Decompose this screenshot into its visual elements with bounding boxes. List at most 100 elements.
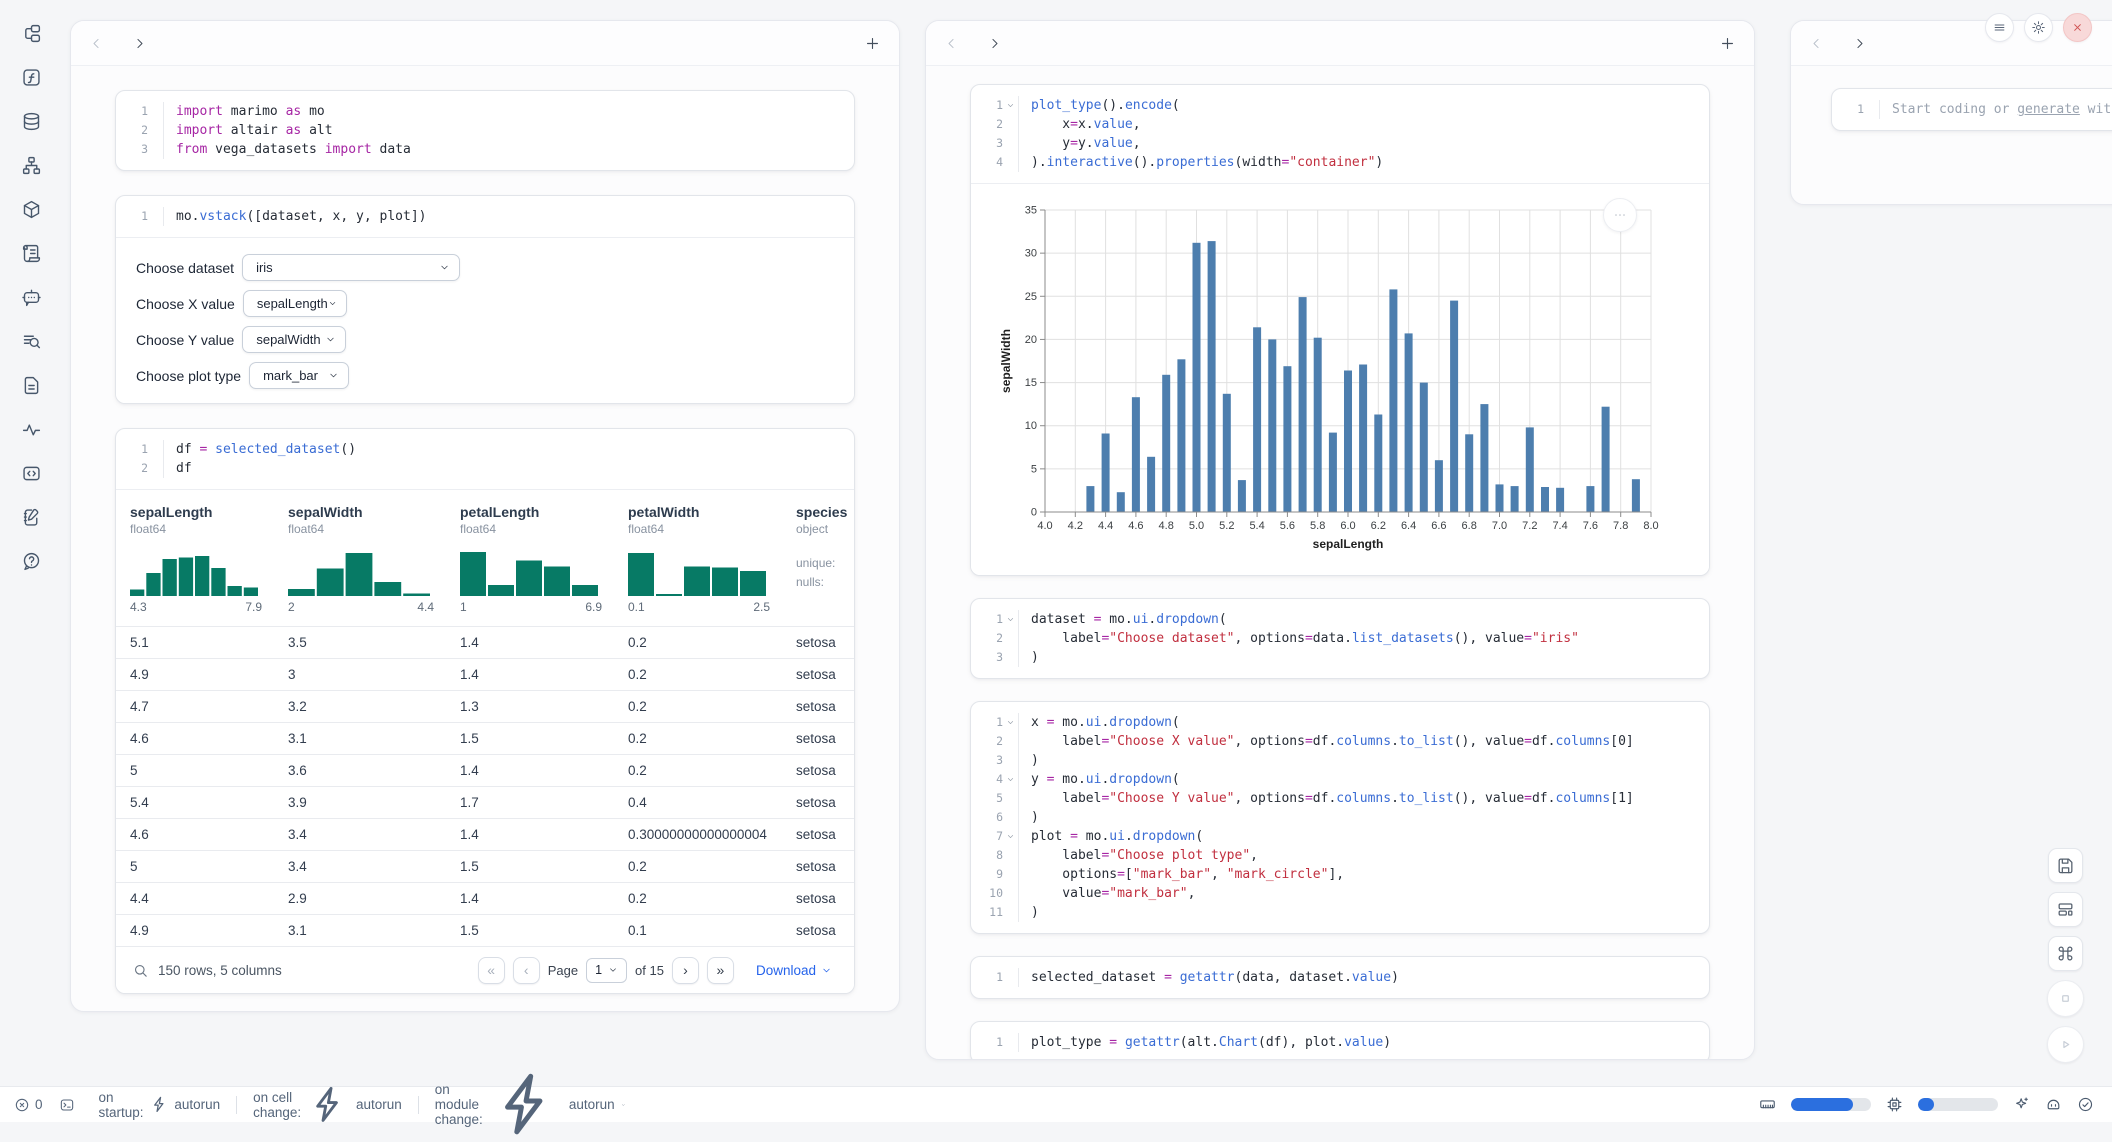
code-editor[interactable]: 1plot_type().encode(2 x=x.value,3 y=y.va…: [971, 85, 1709, 183]
code-editor[interactable]: 1 Start coding or generate with: [1832, 89, 2112, 130]
add-cell-button[interactable]: [864, 35, 881, 52]
next-page-button[interactable]: ›: [672, 957, 699, 984]
sidebar-item-package-cube[interactable]: [16, 194, 46, 224]
fold-toggle[interactable]: [1003, 827, 1018, 846]
fold-toggle[interactable]: [1003, 770, 1018, 789]
command-button[interactable]: [2048, 936, 2083, 971]
dataset-select[interactable]: iris: [242, 254, 460, 281]
add-cell-button[interactable]: [1719, 35, 1736, 52]
last-page-button[interactable]: »: [707, 957, 734, 984]
table-row[interactable]: 4.63.11.50.2setosa: [116, 722, 854, 754]
layout-icon: [2056, 900, 2075, 919]
bolt-icon: [307, 1083, 350, 1126]
on-cell-change-setting[interactable]: on cell change: autorun: [237, 1083, 418, 1126]
sidebar-item-script-scroll[interactable]: [16, 238, 46, 268]
table-row[interactable]: 4.93.11.50.1setosa: [116, 914, 854, 946]
chart-menu-button[interactable]: [1603, 198, 1637, 232]
column-back-button[interactable]: [1809, 36, 1824, 51]
on-startup-setting[interactable]: on startup: autorun: [83, 1090, 237, 1120]
prev-page-button[interactable]: ‹: [513, 957, 540, 984]
column-back-button[interactable]: [89, 36, 104, 51]
fold-toggle[interactable]: [1003, 713, 1018, 732]
robot-button[interactable]: [2045, 1096, 2062, 1113]
column-header-petalWidth[interactable]: petalWidthfloat640.12.5: [614, 504, 782, 614]
table-cell: 2.9: [274, 891, 446, 906]
table-footer: 150 rows, 5 columns«‹Page1of 15›»Downloa…: [116, 946, 854, 993]
bolt-icon: [489, 1067, 563, 1141]
sidebar-item-document[interactable]: [16, 370, 46, 400]
fold-toggle[interactable]: [1003, 610, 1018, 629]
page-value: 1: [595, 963, 602, 977]
table-cell: 3: [274, 667, 446, 682]
column-header-species[interactable]: speciesobjectunique:nulls:: [782, 504, 855, 614]
line-number: 1: [120, 207, 148, 226]
close-button[interactable]: [2063, 13, 2092, 42]
altair-bar-chart[interactable]: 4.04.24.44.64.85.05.25.45.65.86.06.26.46…: [997, 198, 1697, 562]
column-header-petalLength[interactable]: petalLengthfloat6416.9: [446, 504, 614, 614]
code-editor[interactable]: 1dataset = mo.ui.dropdown(2 label="Choos…: [971, 599, 1709, 678]
table-row[interactable]: 4.931.40.2setosa: [116, 658, 854, 690]
layout-button[interactable]: [2048, 892, 2083, 927]
document-icon: [21, 375, 42, 396]
menu-button[interactable]: [1985, 13, 2014, 42]
chevron-down-icon: [325, 334, 336, 345]
page-select[interactable]: 1: [586, 958, 627, 983]
column-back-button[interactable]: [944, 36, 959, 51]
column-forward-button[interactable]: [132, 36, 147, 51]
table-row[interactable]: 53.41.50.2setosa: [116, 850, 854, 882]
table-row[interactable]: 4.42.91.40.2setosa: [116, 882, 854, 914]
table-row[interactable]: 53.61.40.2setosa: [116, 754, 854, 786]
save-button[interactable]: [2048, 848, 2083, 883]
column-type: object: [796, 522, 855, 536]
sidebar-item-dependency-graph[interactable]: [16, 150, 46, 180]
errors-indicator[interactable]: 0: [14, 1097, 43, 1113]
sidebar-item-help-chat[interactable]: [16, 546, 46, 576]
settings-button[interactable]: [2024, 13, 2053, 42]
sidebar-item-function-square[interactable]: [16, 62, 46, 92]
notebook-action-stack: [2047, 848, 2084, 1063]
play-button[interactable]: [2047, 1026, 2084, 1063]
on-module-change-setting[interactable]: on module change: autorun: [419, 1067, 642, 1141]
code-editor[interactable]: 1mo.vstack([dataset, x, y, plot]): [116, 196, 854, 237]
column-header-sepalLength[interactable]: sepalLengthfloat644.37.9: [116, 504, 274, 614]
generate-link[interactable]: generate: [2017, 102, 2080, 117]
control-label: Choose dataset: [136, 260, 234, 276]
x-value-select[interactable]: sepalLength: [243, 290, 347, 317]
sparkle-button[interactable]: [2013, 1096, 2030, 1113]
first-page-button[interactable]: «: [478, 957, 505, 984]
sidebar-item-activity-pulse[interactable]: [16, 414, 46, 444]
code-editor[interactable]: 1df = selected_dataset()2df: [116, 429, 854, 489]
table-row[interactable]: 5.13.51.40.2setosa: [116, 626, 854, 658]
code-editor[interactable]: 1import marimo as mo2import altair as al…: [116, 91, 854, 170]
sidebar-item-database[interactable]: [16, 106, 46, 136]
line-number: 2: [975, 115, 1003, 134]
sidebar-item-chat-bot[interactable]: [16, 282, 46, 312]
terminal-button[interactable]: [59, 1097, 75, 1113]
code-editor[interactable]: 1selected_dataset = getattr(data, datase…: [971, 957, 1709, 998]
check-circle-button[interactable]: [2077, 1096, 2094, 1113]
table-row[interactable]: 4.73.21.30.2setosa: [116, 690, 854, 722]
line-number: 4: [975, 153, 1003, 172]
setting-value: autorun: [174, 1097, 220, 1112]
download-button[interactable]: Download: [750, 962, 838, 979]
column-header-sepalWidth[interactable]: sepalWidthfloat6424.4: [274, 504, 446, 614]
code-editor[interactable]: 1plot_type = getattr(alt.Chart(df), plot…: [971, 1022, 1709, 1060]
table-cell: 0.2: [614, 891, 782, 906]
table-row[interactable]: 4.63.41.40.30000000000000004setosa: [116, 818, 854, 850]
chat-bot-icon: [21, 287, 42, 308]
sidebar-item-log-search[interactable]: [16, 326, 46, 356]
column-forward-button[interactable]: [1852, 36, 1867, 51]
table-search-button[interactable]: [132, 962, 149, 979]
y-value-select[interactable]: sepalWidth: [242, 326, 346, 353]
sidebar-item-code-snippet[interactable]: [16, 458, 46, 488]
table-row[interactable]: 5.43.91.70.4setosa: [116, 786, 854, 818]
column-forward-button[interactable]: [987, 36, 1002, 51]
plot-type-select[interactable]: mark_bar: [249, 362, 349, 389]
sidebar-item-scratchpad[interactable]: [16, 502, 46, 532]
code-editor[interactable]: 1x = mo.ui.dropdown(2 label="Choose X va…: [971, 702, 1709, 933]
sidebar-item-file-tree[interactable]: [16, 18, 46, 48]
stop-button[interactable]: [2047, 980, 2084, 1017]
fold-toggle[interactable]: [1003, 96, 1018, 115]
svg-text:20: 20: [1025, 334, 1037, 346]
table-cell: 1.7: [446, 795, 614, 810]
